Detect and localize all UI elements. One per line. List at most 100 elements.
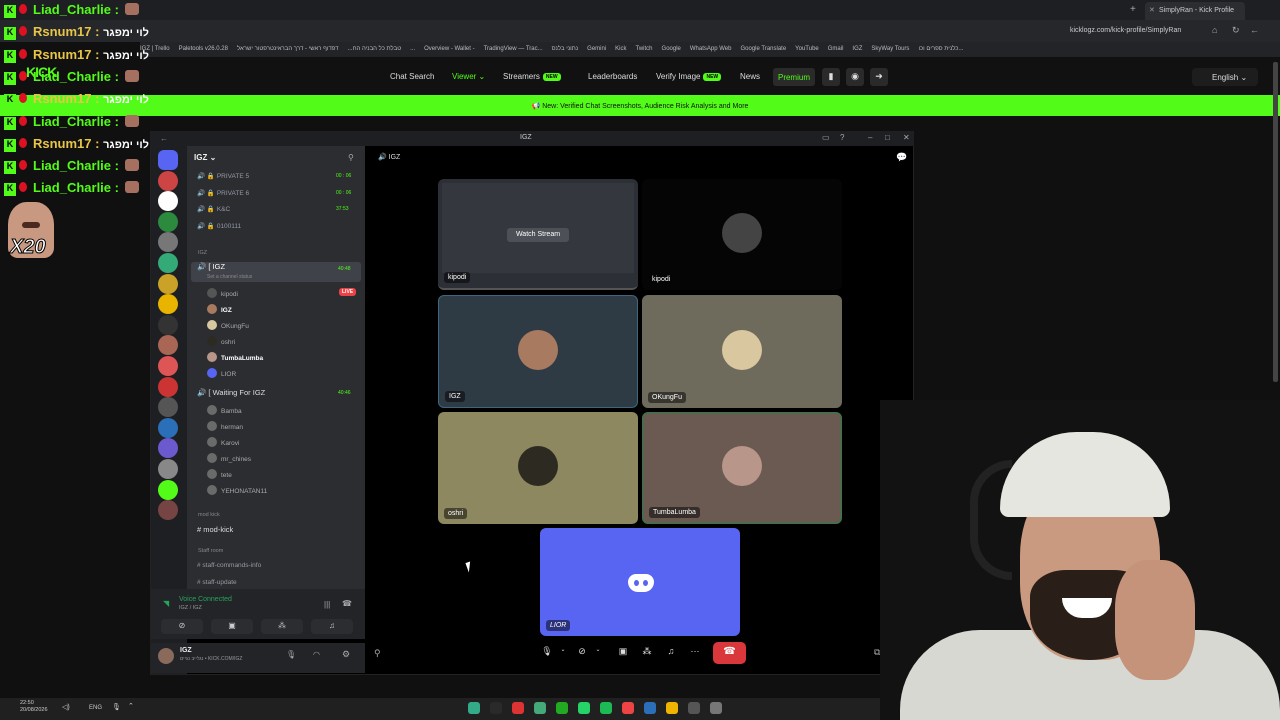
signal-icon[interactable]: ◥ — [163, 599, 169, 608]
bookmark-item[interactable]: Twitch — [636, 46, 653, 52]
disconnect-button[interactable]: ☎ — [713, 642, 746, 664]
new-tab-icon[interactable]: + — [1130, 4, 1136, 15]
voice-channel[interactable]: 🔊 🔒 PRIVATE 5 — [197, 172, 249, 186]
inbox-icon[interactable]: ▭ — [822, 133, 830, 142]
voice-user[interactable]: mr_chines — [207, 453, 251, 467]
nav-leaderboards[interactable]: Leaderboards — [588, 72, 637, 81]
taskbar-app-icon[interactable] — [578, 702, 590, 714]
voice-user[interactable]: tete — [207, 469, 232, 483]
voice-channel-waiting[interactable]: 🔊 [ Waiting For IGZ — [197, 388, 265, 402]
close-window-icon[interactable]: ✕ — [903, 133, 910, 142]
voice-user[interactable]: Karovi — [207, 437, 239, 451]
home-icon[interactable]: ⌂ — [1212, 25, 1217, 35]
mic-icon[interactable]: 🎙 — [112, 703, 121, 711]
taskbar-app-icon[interactable] — [600, 702, 612, 714]
video-tile-okungfu[interactable]: OKungFu — [642, 295, 842, 408]
video-tile-igz[interactable]: IGZ — [438, 295, 638, 408]
taskbar-app-icon[interactable] — [490, 702, 502, 714]
discord-icon[interactable]: ◉ — [846, 68, 864, 86]
voice-channel[interactable]: 🔊 🔒 K&C — [197, 205, 230, 219]
premium-button[interactable]: Premium — [773, 68, 815, 86]
bookmark-item[interactable]: IGZ — [852, 46, 862, 52]
voice-user[interactable]: OKungFu — [207, 320, 249, 334]
minimize-icon[interactable]: – — [868, 133, 872, 142]
voice-channel[interactable]: 🔊 🔒 0100111 — [197, 222, 241, 236]
category-mod-kick[interactable]: mod kick — [198, 512, 220, 518]
noise-icon[interactable]: ||| — [324, 600, 330, 609]
bookmark-item[interactable]: דפדוף ראשי - דרך הבר — [282, 46, 339, 52]
nav-news[interactable]: News — [740, 72, 760, 81]
text-channel[interactable]: # staff-commands-info — [197, 562, 261, 576]
voice-user[interactable]: Bamba — [207, 405, 242, 419]
bookmark-item[interactable]: Gemini — [587, 46, 606, 52]
direct-messages-icon[interactable] — [158, 150, 178, 170]
taskbar-app-icon[interactable] — [666, 702, 678, 714]
disconnect-icon[interactable]: ☎ — [342, 599, 352, 608]
volume-icon[interactable]: ◁) — [62, 703, 70, 711]
taskbar-app-icon[interactable] — [512, 702, 524, 714]
camera-off-icon[interactable]: ⊘ — [161, 619, 203, 634]
chart-icon[interactable]: ▮ — [822, 68, 840, 86]
language-select[interactable]: English ⌄ — [1192, 68, 1258, 86]
server-icon[interactable] — [158, 459, 178, 479]
reload-icon[interactable]: ↻ — [1232, 25, 1240, 36]
scrollbar[interactable] — [1273, 62, 1278, 382]
mic-icon[interactable]: 🎙 — [286, 650, 296, 659]
video-tile-oshri[interactable]: oshri — [438, 412, 638, 524]
server-icon[interactable] — [158, 479, 178, 500]
category-igz[interactable]: IGZ — [198, 250, 207, 256]
voice-user[interactable]: kipodi — [207, 288, 238, 302]
help-icon[interactable]: ? — [840, 133, 844, 142]
server-icon[interactable] — [158, 417, 178, 438]
chevron-down-icon[interactable]: ⌄ — [589, 643, 607, 661]
maximize-icon[interactable]: □ — [885, 133, 890, 142]
voice-user[interactable]: IGZ — [207, 304, 232, 318]
add-user-icon[interactable]: ⚲ — [348, 153, 354, 162]
screen-share-icon[interactable]: ▣ — [211, 619, 253, 634]
bookmark-item[interactable]: Gmail — [828, 46, 844, 52]
bookmark-item[interactable]: Overview - Wallet - — [424, 46, 474, 52]
chat-icon[interactable]: 💬 — [896, 152, 907, 163]
voice-user[interactable]: oshri — [207, 336, 235, 350]
bookmark-item[interactable]: SkyWay Tours — [871, 46, 909, 52]
video-tile-kipodi[interactable]: kipodi — [642, 179, 842, 290]
bookmark-item[interactable]: Paletools v26.0.28 — [179, 46, 228, 52]
back-icon[interactable]: ← — [1250, 25, 1259, 35]
invite-icon[interactable]: ⚲ — [374, 648, 381, 659]
bookmark-item[interactable]: WhatsApp Web — [690, 46, 732, 52]
video-tile-tumbalumba[interactable]: TumbaLumba — [642, 412, 842, 524]
nav-verify-image[interactable]: Verify Image NEW — [656, 72, 722, 81]
activities-button[interactable]: ⁂ — [638, 643, 656, 661]
taskbar-app-icon[interactable] — [644, 702, 656, 714]
voice-user[interactable]: TumbaLumba — [207, 352, 263, 366]
announcement-banner[interactable]: 📢 New: Verified Chat Screenshots, Audien… — [0, 95, 1280, 116]
close-icon[interactable]: ✕ — [1149, 6, 1155, 14]
server-icon[interactable] — [158, 376, 178, 397]
soundboard-icon[interactable]: ♫ — [311, 619, 353, 634]
input-language[interactable]: ENG — [89, 705, 102, 711]
voice-user[interactable]: herman — [207, 421, 243, 435]
taskbar-app-icon[interactable] — [468, 702, 480, 714]
back-arrow-icon[interactable]: ← — [160, 134, 168, 143]
watch-stream-button[interactable]: Watch Stream — [507, 228, 569, 242]
video-tile-lior[interactable]: LIOR — [540, 528, 740, 636]
activities-icon[interactable]: ⁂ — [261, 619, 303, 634]
server-icon[interactable] — [158, 314, 178, 335]
bookmark-item[interactable]: טבלת כל הבניה הח... — [348, 46, 402, 52]
headphones-icon[interactable]: ◠ — [313, 650, 320, 659]
nav-chat-search[interactable]: Chat Search — [390, 72, 434, 81]
chevron-up-icon[interactable]: ⌃ — [128, 702, 134, 710]
avatar[interactable] — [158, 648, 174, 664]
bookmark-item[interactable]: Google Translate — [740, 46, 786, 52]
bookmark-item[interactable]: YouTube — [795, 46, 819, 52]
voice-user[interactable]: LIOR — [207, 368, 236, 382]
gear-icon[interactable]: ⚙ — [342, 649, 350, 660]
voice-user[interactable]: YEHONATAN11 — [207, 485, 267, 499]
taskbar-app-icon[interactable] — [556, 702, 568, 714]
login-icon[interactable]: ➜ — [870, 68, 888, 86]
soundboard-button[interactable]: ♫ — [662, 643, 680, 661]
server-icon[interactable] — [158, 170, 178, 191]
url-input[interactable]: kicklogz.com/kick-profile/SimplyRan — [1060, 24, 1190, 38]
voice-channel[interactable]: 🔊 🔒 PRIVATE 6 — [197, 189, 249, 203]
nav-viewer[interactable]: Viewer ⌄ — [452, 72, 485, 81]
